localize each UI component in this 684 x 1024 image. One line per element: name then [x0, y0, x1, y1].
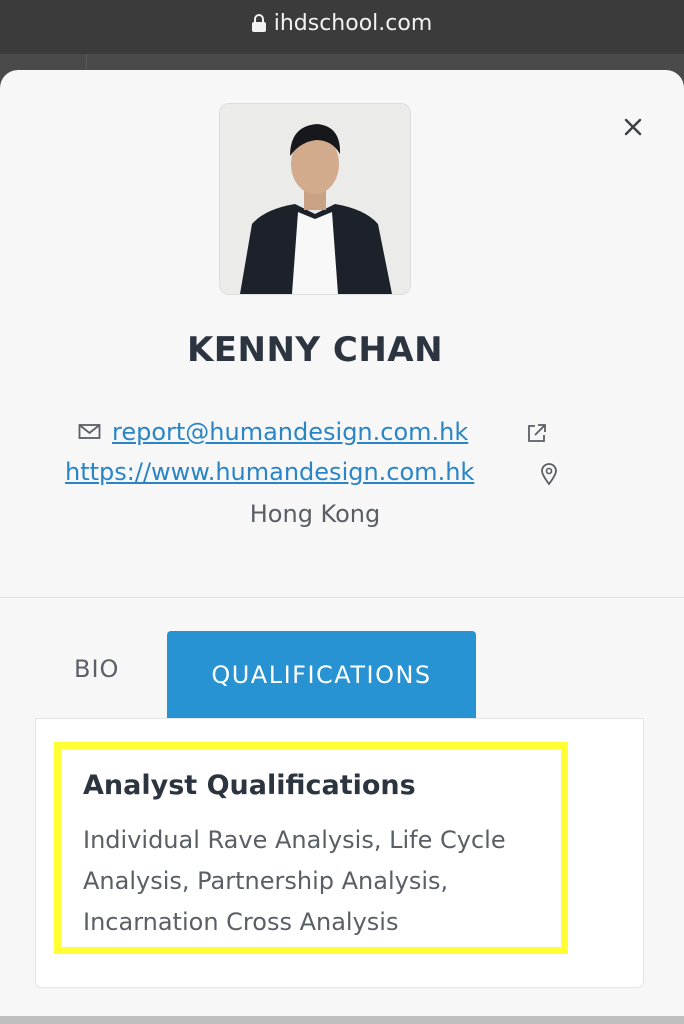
qualifications-list: Individual Rave Analysis, Life Cycle Ana…: [83, 826, 506, 936]
tab-qualifications-label: QUALIFICATIONS: [211, 661, 432, 689]
email-link[interactable]: report@humandesign.com.hk: [112, 418, 468, 446]
location-text: Hong Kong: [249, 500, 381, 528]
qualifications-title: Analyst Qualifications: [83, 770, 416, 801]
email-row: report@humandesign.com.hk: [78, 418, 468, 446]
divider: [0, 597, 684, 598]
close-icon: [624, 118, 642, 136]
lock-icon: [251, 14, 266, 32]
website-link[interactable]: https://www.humandesign.com.hk: [65, 458, 474, 486]
browser-address-bar[interactable]: ihdschool.com: [0, 0, 684, 54]
external-link-icon[interactable]: [526, 422, 548, 444]
website-row: https://www.humandesign.com.hk: [65, 458, 474, 486]
background-page-bottom: [0, 1016, 684, 1024]
url-text: ihdschool.com: [273, 10, 433, 36]
tab-qualifications[interactable]: QUALIFICATIONS: [167, 631, 476, 719]
tab-bio[interactable]: BIO: [74, 655, 119, 683]
map-pin-icon: [541, 463, 557, 486]
avatar: [219, 103, 411, 295]
profile-name: KENNY CHAN: [186, 330, 444, 370]
close-button[interactable]: [618, 112, 648, 142]
envelope-icon: [78, 424, 101, 439]
